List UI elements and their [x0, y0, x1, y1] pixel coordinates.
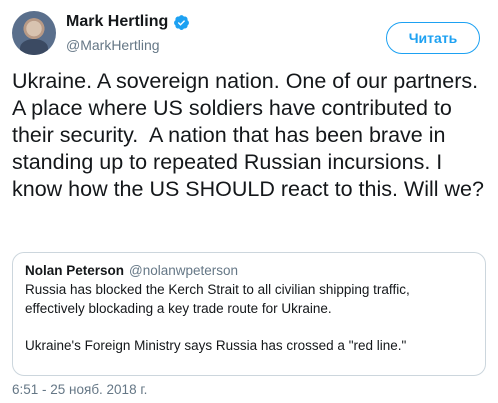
quoted-author-handle: @nolanwpeterson [129, 263, 239, 278]
tweet-text: Ukraine. A sovereign nation. One of our … [12, 69, 484, 201]
tweet-header: Mark Hertling @MarkHertling Читать [12, 10, 486, 56]
quoted-tweet-text: Russia has blocked the Kerch Strait to a… [25, 282, 410, 353]
avatar[interactable] [12, 11, 56, 55]
quoted-tweet-header: Nolan Peterson @nolanwpeterson [25, 263, 473, 278]
author-name-row[interactable]: Mark Hertling [66, 13, 190, 31]
author-handle[interactable]: @MarkHertling [66, 37, 160, 53]
tweet-timestamp[interactable]: 6:51 - 25 нояб. 2018 г. [12, 382, 147, 397]
follow-button[interactable]: Читать [386, 22, 480, 54]
verified-badge-icon [174, 14, 190, 30]
quoted-tweet-card[interactable]: Nolan Peterson @nolanwpeterson Russia ha… [12, 252, 486, 376]
author-name[interactable]: Mark Hertling [66, 13, 168, 31]
quoted-author-name: Nolan Peterson [25, 263, 125, 278]
